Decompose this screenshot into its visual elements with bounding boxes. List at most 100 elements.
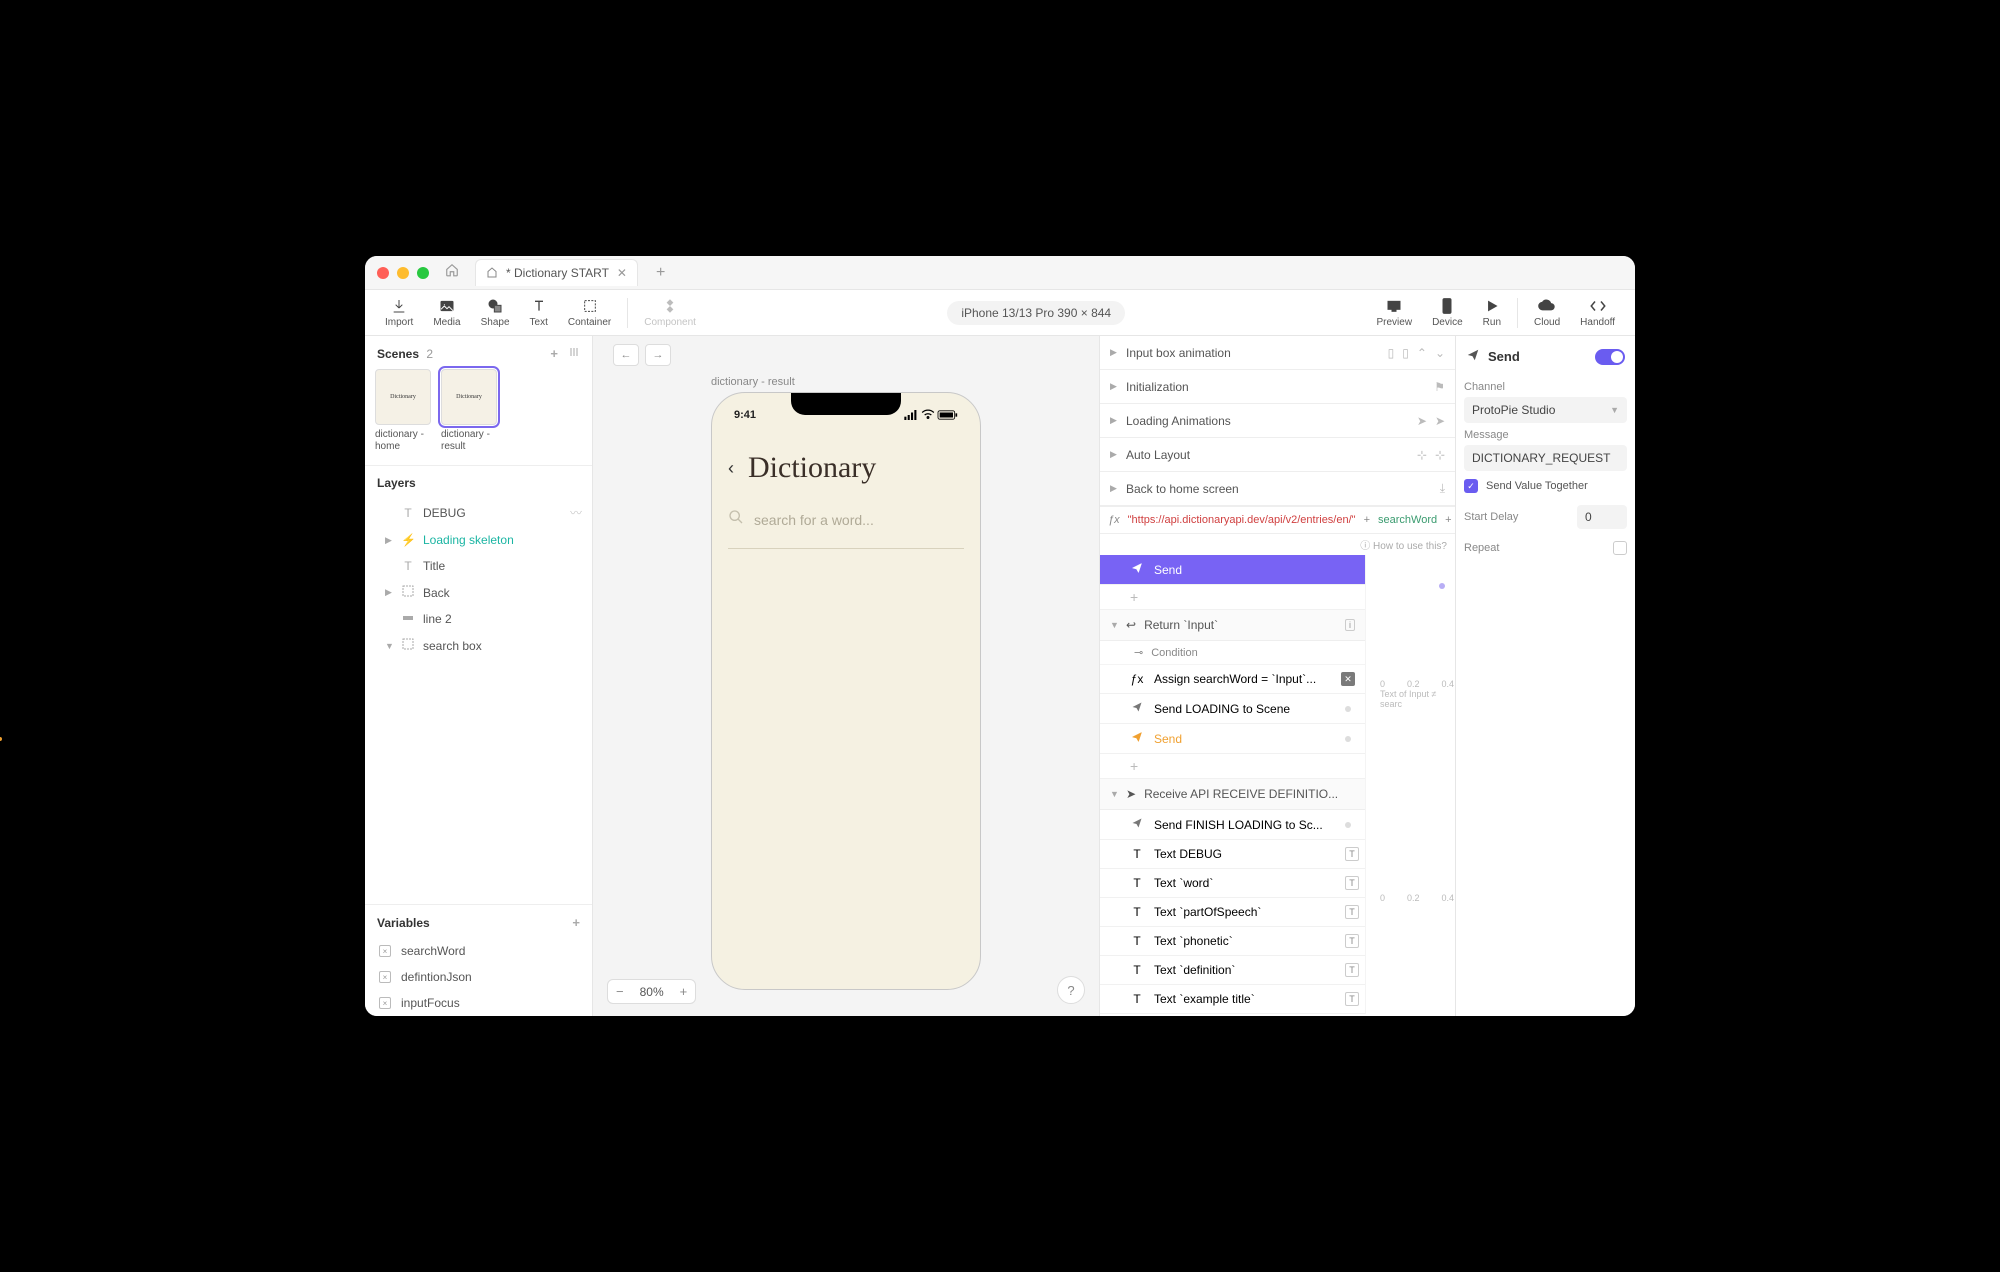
repeat-checkbox[interactable] <box>1613 541 1627 555</box>
device-tool[interactable]: Device <box>1422 297 1473 328</box>
back-icon[interactable]: ‹ <box>728 458 734 479</box>
send-value-checkbox[interactable]: ✓ Send Value Together <box>1464 479 1627 493</box>
group-auto-layout[interactable]: ▶Auto Layout ⊹⊹ <box>1100 438 1455 472</box>
scenes-header: Scenes 2 + <box>365 336 592 369</box>
text-tool[interactable]: Text <box>520 297 558 328</box>
add-action-button[interactable]: + <box>1100 585 1365 610</box>
send-icon[interactable]: ➤ <box>1417 414 1427 428</box>
file-tab[interactable]: * Dictionary START ✕ <box>475 259 638 286</box>
send-icon <box>1130 731 1144 746</box>
action-finish-loading[interactable]: Send FINISH LOADING to Sc... <box>1100 810 1365 840</box>
shape-tool[interactable]: Shape <box>471 297 520 328</box>
status-time: 9:41 <box>734 409 756 421</box>
maximize-window-button[interactable] <box>417 267 429 279</box>
expand-icon[interactable]: ⌄ <box>1435 346 1445 360</box>
action-text-word[interactable]: TText `word`T <box>1100 869 1365 898</box>
phone-notch <box>791 393 901 415</box>
cloud-tool[interactable]: Cloud <box>1524 297 1570 328</box>
home-icon[interactable] <box>445 263 459 282</box>
component-tool: Component <box>634 297 706 328</box>
action-text-debug[interactable]: TText DEBUGT <box>1100 840 1365 869</box>
layer-line2[interactable]: line 2 <box>365 606 592 632</box>
align-icon[interactable]: ▯ <box>1402 346 1409 360</box>
text-icon: T <box>1130 905 1144 919</box>
text-icon: T <box>1130 876 1144 890</box>
scene-thumb-result[interactable]: Dictionary dictionary - result <box>441 369 497 453</box>
scene-thumb-home[interactable]: Dictionary dictionary - home <box>375 369 431 453</box>
group-initialization[interactable]: ▶Initialization ⚑ <box>1100 370 1455 404</box>
action-send-loading[interactable]: Send LOADING to Scene <box>1100 694 1365 724</box>
action-assign[interactable]: ƒx Assign searchWord = `Input`... ✕ <box>1100 665 1365 694</box>
flag-icon[interactable]: ⚑ <box>1434 380 1445 394</box>
canvas[interactable]: ← → dictionary - result 9:41 <box>593 336 1099 1016</box>
zoom-in-button[interactable]: + <box>672 980 696 1003</box>
add-action-button[interactable]: + <box>1100 754 1365 779</box>
jump-icon[interactable]: ⤓ <box>1440 481 1445 496</box>
layer-title[interactable]: TTitle <box>365 553 592 579</box>
trigger-return-input[interactable]: ▼ ↩ Return `Input` i <box>1100 610 1365 641</box>
nav-forward-button[interactable]: → <box>645 344 671 366</box>
handoff-tool[interactable]: Handoff <box>1570 297 1625 328</box>
variables-header: Variables + <box>365 905 592 938</box>
group-input-animation[interactable]: ▶Input box animation ▯▯⌃⌄ <box>1100 336 1455 370</box>
delete-icon[interactable]: ✕ <box>1341 672 1355 686</box>
formula-plus: + <box>1364 514 1370 526</box>
nav-back-button[interactable]: ← <box>613 344 639 366</box>
zoom-out-button[interactable]: − <box>608 980 632 1003</box>
send-icon[interactable]: ➤ <box>1435 414 1445 428</box>
close-window-button[interactable] <box>377 267 389 279</box>
run-tool[interactable]: Run <box>1473 297 1511 328</box>
device-selector[interactable]: iPhone 13/13 Pro 390 × 844 <box>947 301 1125 325</box>
separator <box>1517 298 1518 328</box>
visibility-icon[interactable]: 〰 <box>570 504 582 521</box>
info-icon[interactable]: i <box>1345 619 1355 631</box>
layout-icon[interactable]: ⊹ <box>1435 448 1445 462</box>
help-button[interactable]: ? <box>1057 976 1085 1004</box>
enabled-toggle[interactable] <box>1595 349 1625 365</box>
group-back-to-home[interactable]: ▶Back to home screen ⤓ <box>1100 472 1455 506</box>
start-delay-field[interactable]: 0 <box>1577 505 1627 529</box>
align-icon[interactable]: ▯ <box>1388 346 1395 360</box>
layer-debug[interactable]: TDEBUG〰 <box>365 498 592 527</box>
layer-loading-skeleton[interactable]: ▶⚡Loading skeleton <box>365 527 592 553</box>
action-text-example[interactable]: TText `example title`T <box>1100 985 1365 1014</box>
import-tool[interactable]: Import <box>375 297 423 328</box>
help-hint-link[interactable]: ⓘ How to use this? <box>1100 534 1455 555</box>
search-field[interactable]: search for a word... <box>728 509 964 549</box>
layer-search-box[interactable]: ▼search box <box>365 632 592 659</box>
container-tool[interactable]: Container <box>558 297 621 328</box>
chevron-down-icon: ▼ <box>1610 405 1619 415</box>
action-send-orange[interactable]: Send <box>1100 724 1365 754</box>
variable-definitionjson[interactable]: ×defintionJson <box>365 964 592 990</box>
layout-icon[interactable]: ⊹ <box>1417 448 1427 462</box>
message-field[interactable]: DICTIONARY_REQUEST <box>1464 445 1627 471</box>
layers-panel: Layers TDEBUG〰 ▶⚡Loading skeleton TTitle… <box>365 465 592 905</box>
formula-bar[interactable]: ƒx "https://api.dictionaryapi.dev/api/v2… <box>1100 506 1455 534</box>
scene-settings-icon[interactable] <box>568 346 580 361</box>
preview-tool[interactable]: Preview <box>1367 297 1423 328</box>
add-variable-button[interactable]: + <box>572 915 580 930</box>
fx-icon: ƒx <box>1108 514 1120 526</box>
action-text-phonetic[interactable]: TText `phonetic`T <box>1100 927 1365 956</box>
new-tab-button[interactable]: + <box>656 264 665 282</box>
collapse-icon[interactable]: ⌃ <box>1417 346 1427 360</box>
checkbox-checked-icon: ✓ <box>1464 479 1478 493</box>
scenes-list: Dictionary dictionary - home Dictionary … <box>365 369 592 465</box>
trigger-receive-api[interactable]: ▼ ➤ Receive API RECEIVE DEFINITIO... <box>1100 779 1365 810</box>
condition-row[interactable]: ⊸Condition <box>1100 641 1365 665</box>
minimize-window-button[interactable] <box>397 267 409 279</box>
group-loading-animations[interactable]: ▶Loading Animations ➤➤ <box>1100 404 1455 438</box>
variable-inputfocus[interactable]: ×inputFocus <box>365 990 592 1016</box>
layer-back[interactable]: ▶Back <box>365 579 592 606</box>
action-send-selected[interactable]: Send <box>1100 555 1365 585</box>
text-icon: T <box>1130 847 1144 861</box>
media-tool[interactable]: Media <box>423 297 470 328</box>
action-text-definition[interactable]: TText `definition`T <box>1100 956 1365 985</box>
repeat-label: Repeat <box>1464 542 1499 554</box>
action-text-pos[interactable]: TText `partOfSpeech`T <box>1100 898 1365 927</box>
add-scene-button[interactable]: + <box>550 346 558 361</box>
text-icon: T <box>401 559 415 573</box>
close-tab-icon[interactable]: ✕ <box>617 266 627 280</box>
channel-dropdown[interactable]: ProtoPie Studio ▼ <box>1464 397 1627 423</box>
variable-searchword[interactable]: ×searchWord <box>365 938 592 964</box>
